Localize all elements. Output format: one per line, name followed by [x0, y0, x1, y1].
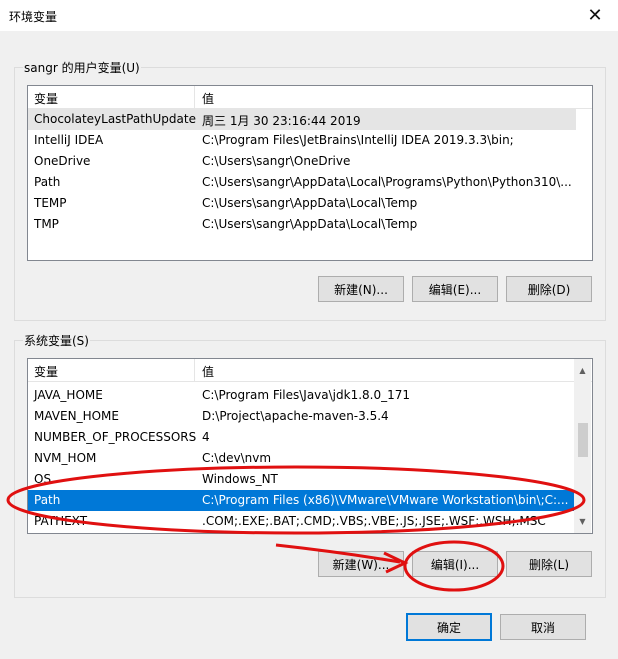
list-item[interactable]: JAVA_HOME C:\Program Files\Java\jdk1.8.0… — [28, 385, 574, 406]
user-variables-group: sangr 的用户变量(U) 变量 值 ChocolateyLastPathUp… — [14, 59, 606, 321]
close-icon: ✕ — [587, 5, 603, 26]
list-item[interactable]: IntelliJ IDEA C:\Program Files\JetBrains… — [28, 130, 592, 151]
window-title: 环境变量 — [9, 10, 58, 24]
list-item[interactable]: NUMBER_OF_PROCESSORS 4 — [28, 427, 574, 448]
list-item[interactable]: MAVEN_HOME D:\Project\apache-maven-3.5.4 — [28, 406, 574, 427]
list-item-selected[interactable]: Path C:\Program Files (x86)\VMware\VMwar… — [28, 490, 574, 511]
title-bar: 环境变量 ✕ — [0, 0, 618, 31]
header-variable[interactable]: 变量 — [34, 363, 58, 380]
user-edit-button[interactable]: 编辑(E)... — [412, 276, 498, 302]
system-list-header: 变量 值 — [28, 359, 592, 382]
list-item[interactable]: OneDrive C:\Users\sangr\OneDrive — [28, 151, 592, 172]
list-item[interactable]: PATHEXT .COM;.EXE;.BAT;.CMD;.VBS;.VBE;.J… — [28, 511, 574, 532]
system-delete-button[interactable]: 删除(L) — [506, 551, 592, 577]
system-variables-group: 系统变量(S) 变量 值 JAVA_HOME C:\Program Files\… — [14, 332, 606, 598]
user-delete-button[interactable]: 删除(D) — [506, 276, 592, 302]
close-button[interactable]: ✕ — [572, 0, 618, 31]
system-variables-label: 系统变量(S) — [23, 332, 90, 349]
scrollbar-thumb[interactable] — [578, 423, 588, 457]
system-new-button[interactable]: 新建(W)... — [318, 551, 404, 577]
header-divider[interactable] — [194, 359, 195, 381]
scroll-down-icon[interactable]: ▼ — [574, 513, 591, 530]
scroll-up-icon[interactable]: ▲ — [574, 362, 591, 379]
user-variables-list[interactable]: 变量 值 ChocolateyLastPathUpdate 周三 1月 30 2… — [27, 85, 593, 261]
vertical-scrollbar[interactable]: ▲ ▼ — [574, 359, 591, 533]
list-item[interactable]: TEMP C:\Users\sangr\AppData\Local\Temp — [28, 193, 592, 214]
list-item[interactable]: Path C:\Users\sangr\AppData\Local\Progra… — [28, 172, 592, 193]
user-list-header: 变量 值 — [28, 86, 592, 109]
header-value[interactable]: 值 — [202, 90, 214, 107]
list-item[interactable]: OS Windows_NT — [28, 469, 574, 490]
user-new-button[interactable]: 新建(N)... — [318, 276, 404, 302]
header-divider[interactable] — [194, 86, 195, 108]
list-item[interactable]: NVM_HOM C:\dev\nvm — [28, 448, 574, 469]
system-variables-list[interactable]: 变量 值 JAVA_HOME C:\Program Files\Java\jdk… — [27, 358, 593, 534]
list-item[interactable]: TMP C:\Users\sangr\AppData\Local\Temp — [28, 214, 592, 235]
environment-variables-dialog: 环境变量 ✕ sangr 的用户变量(U) 变量 值 ChocolateyLas… — [0, 0, 618, 659]
system-edit-button[interactable]: 编辑(I)... — [412, 551, 498, 577]
cancel-button[interactable]: 取消 — [500, 614, 586, 640]
user-variables-label: sangr 的用户变量(U) — [23, 59, 141, 76]
ok-button[interactable]: 确定 — [406, 613, 492, 641]
list-item[interactable]: ChocolateyLastPathUpdate 周三 1月 30 23:16:… — [28, 109, 576, 130]
header-variable[interactable]: 变量 — [34, 90, 58, 107]
header-value[interactable]: 值 — [202, 363, 214, 380]
